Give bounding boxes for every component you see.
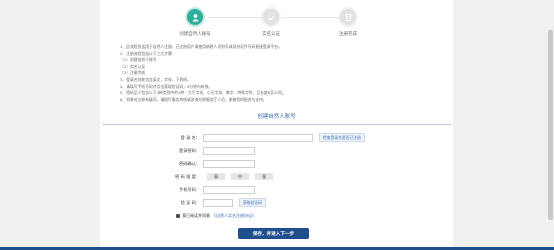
notice-line: 4、请填写手机号码并点击获取验证码，5分钟内有效。 bbox=[120, 83, 213, 89]
notice-line: 3、登录名仅能包含英文、字母、下划线。 bbox=[120, 76, 191, 82]
agree-checkbox[interactable] bbox=[176, 214, 180, 218]
strength-weak: 弱 bbox=[207, 173, 225, 180]
step-label: 实名认证 bbox=[262, 32, 280, 37]
person-icon bbox=[185, 7, 205, 27]
username-input[interactable] bbox=[203, 133, 313, 142]
password-label: 登录密码： bbox=[179, 147, 200, 153]
notice-line: 5、密码至少包含以下4种类别中的3种：大写字母、小写字母、数字、特殊字符，且长度… bbox=[120, 90, 287, 96]
confirm-password-input[interactable] bbox=[203, 159, 255, 168]
document-icon bbox=[338, 7, 358, 27]
notice-line: （1）创建自然人账号 bbox=[120, 57, 157, 63]
form-title: 创建自然人账号 bbox=[257, 114, 296, 120]
title-divider bbox=[102, 124, 451, 125]
step-create-account: 创建自然人账号 bbox=[165, 7, 225, 37]
step-label: 注册完成 bbox=[339, 32, 357, 37]
notice-line: 2、注册流程包括以下三大步骤： bbox=[120, 50, 176, 56]
username-label: 登 录 名： bbox=[180, 134, 200, 140]
strength-strong: 强 bbox=[255, 173, 273, 180]
notice-line: 1、此流程仅适用于自然人注册，已注册用户请使用纳税人识别号或身份证件号码直接登录… bbox=[120, 44, 282, 49]
password-input[interactable] bbox=[203, 146, 255, 155]
registration-notice: 1、此流程仅适用于自然人注册，已注册用户请使用纳税人识别号或身份证件号码直接登录… bbox=[120, 44, 420, 103]
code-input[interactable] bbox=[203, 198, 233, 207]
phone-input[interactable] bbox=[203, 185, 255, 194]
step-complete: 注册完成 bbox=[318, 7, 378, 37]
code-row: 验 证 码： 获取验证码 bbox=[140, 198, 266, 207]
step-verify: 实名认证 bbox=[241, 7, 301, 37]
confirm-password-label: 密码确认： bbox=[179, 160, 200, 166]
strength-medium: 中 bbox=[231, 173, 249, 180]
get-code-button[interactable]: 获取验证码 bbox=[239, 198, 266, 207]
phone-label: 手机号码： bbox=[179, 186, 200, 192]
strength-label: 密 码 强 度： bbox=[175, 173, 200, 179]
agree-text: 我已阅读并同意 bbox=[182, 213, 210, 218]
notice-line: （3）注册完成 bbox=[120, 70, 146, 76]
submit-button[interactable]: 保存，并进入下一步 bbox=[238, 228, 309, 239]
password-row: 登录密码： bbox=[140, 146, 255, 155]
confirm-row: 密码确认： bbox=[140, 159, 255, 168]
notice-line: （2）实名认证 bbox=[120, 63, 146, 69]
agreement-link[interactable]: 《自然人实名注册协议》 bbox=[212, 213, 256, 219]
scrollbar-thumb[interactable] bbox=[548, 30, 553, 220]
check-username-button[interactable]: 检查登录名是否已注册 bbox=[319, 133, 365, 142]
password-strength-meter: 弱 中 强 bbox=[207, 173, 279, 180]
step-label: 创建自然人账号 bbox=[179, 32, 211, 37]
check-icon bbox=[261, 7, 281, 27]
strength-row: 密 码 强 度： 弱 中 强 bbox=[140, 172, 279, 181]
scrollbar[interactable] bbox=[547, 0, 554, 250]
phone-row: 手机号码： bbox=[140, 185, 255, 194]
agreement-row: 我已阅读并同意 《自然人实名注册协议》 bbox=[176, 213, 256, 219]
page-container bbox=[100, 0, 453, 250]
code-label: 验 证 码： bbox=[180, 199, 200, 205]
username-row: 登 录 名： 检查登录名是否已注册 bbox=[140, 133, 365, 142]
notice-line: 6、如果对注册有疑问，请拨打服务热线或咨询办税服务厅人员，谢谢您的配合与支持。 bbox=[120, 96, 267, 102]
